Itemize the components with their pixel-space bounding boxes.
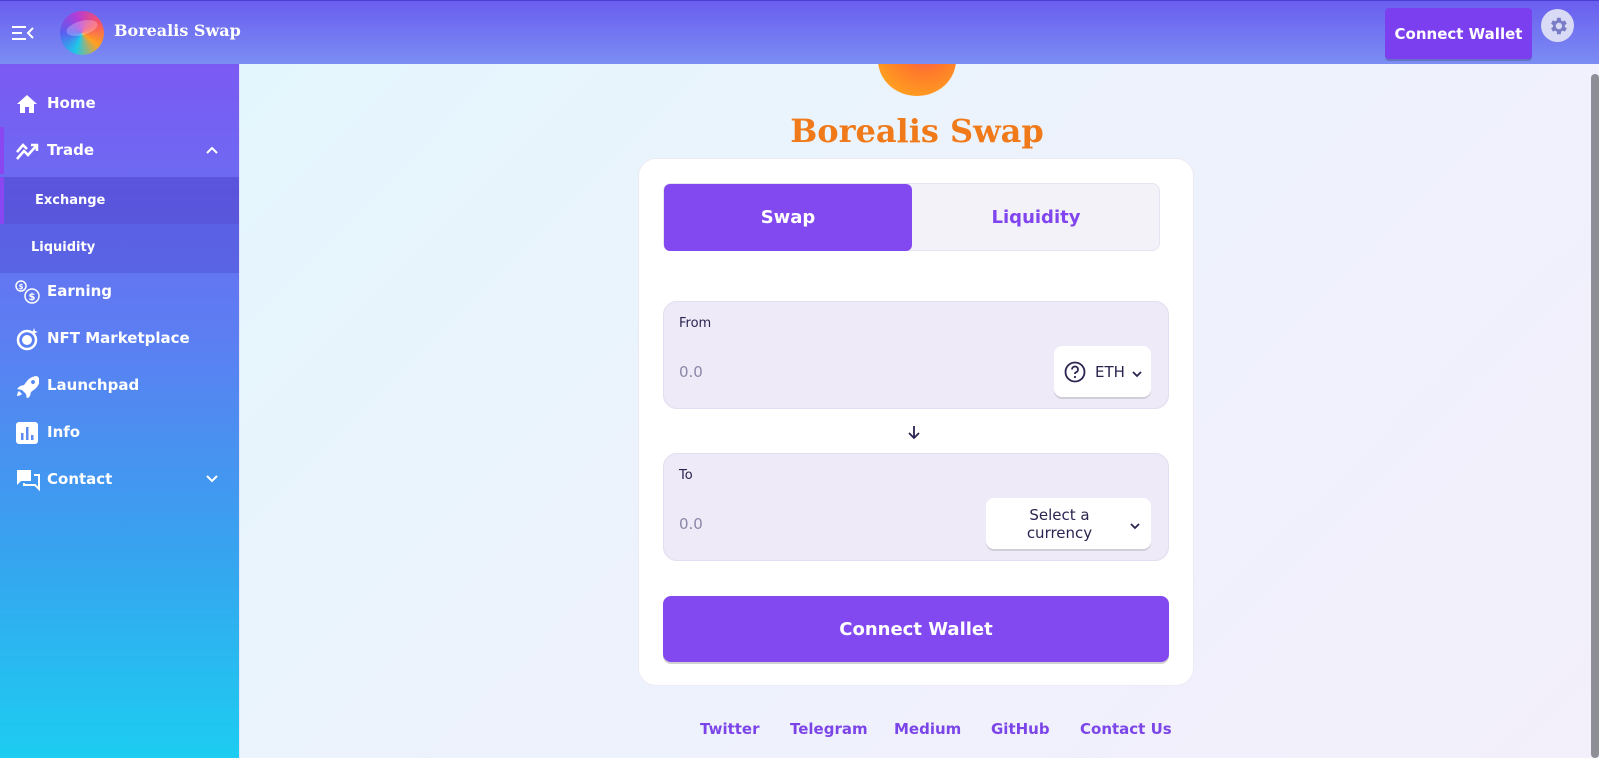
from-field: From ETH [663, 301, 1169, 409]
to-amount-input[interactable] [679, 512, 979, 536]
chat-icon [15, 468, 40, 492]
chevron-down-icon [1131, 366, 1143, 378]
sidebar-item-label: Launchpad [47, 376, 140, 394]
sidebar-item-earning[interactable]: $ $ Earning [0, 268, 239, 315]
sidebar: Home Trade Exchange Liquidity $ $ Earnin… [0, 64, 240, 758]
sidebar-item-label: Home [47, 94, 96, 112]
sidebar-item-label: Info [47, 423, 81, 441]
hero-logo [878, 64, 956, 96]
sidebar-item-trade[interactable]: Trade [0, 127, 239, 174]
sidebar-item-home[interactable]: Home [0, 80, 239, 127]
chevron-down-icon [205, 472, 219, 486]
footer-link-medium[interactable]: Medium [894, 720, 961, 738]
sidebar-item-launchpad[interactable]: Launchpad [0, 362, 239, 409]
to-field: To Select a currency [663, 453, 1169, 561]
brand-logo[interactable] [60, 11, 104, 55]
scrollbar[interactable] [1591, 74, 1599, 758]
to-label: To [679, 468, 693, 483]
trade-icon [15, 139, 39, 163]
swap-direction-arrow-icon[interactable] [906, 423, 922, 441]
swap-liquidity-tabs: Swap Liquidity [663, 183, 1160, 251]
rocket-icon [15, 374, 40, 399]
trade-submenu: Exchange Liquidity [0, 177, 239, 273]
question-circle-icon [1064, 361, 1086, 383]
brand-name[interactable]: Borealis Swap [114, 21, 241, 40]
sidebar-item-contact[interactable]: Contact [0, 456, 239, 503]
sidebar-item-label: Trade [47, 141, 95, 159]
nft-icon [15, 327, 39, 351]
page-title: Borealis Swap [790, 112, 1044, 150]
sidebar-item-label: NFT Marketplace [47, 329, 190, 347]
sidebar-subitem-liquidity[interactable]: Liquidity [0, 224, 239, 271]
chart-icon [15, 421, 39, 445]
chevron-up-icon [205, 143, 219, 157]
tab-swap[interactable]: Swap [664, 184, 912, 251]
from-token-select[interactable]: ETH [1054, 346, 1151, 397]
footer-links: Twitter Telegram Medium GitHub Contact U… [700, 720, 1190, 744]
earning-icon: $ $ [15, 280, 40, 304]
chevron-down-icon [1129, 518, 1141, 530]
connect-wallet-button[interactable]: Connect Wallet [663, 596, 1169, 662]
from-token-label: ETH [1095, 362, 1125, 381]
sidebar-item-label: Contact [47, 470, 113, 488]
settings-gear-icon[interactable] [1541, 9, 1574, 42]
sidebar-item-info[interactable]: Info [0, 409, 239, 456]
top-bar: Borealis Swap Connect Wallet [0, 0, 1599, 64]
footer-link-telegram[interactable]: Telegram [790, 720, 868, 738]
footer-link-contact-us[interactable]: Contact Us [1080, 720, 1172, 738]
sidebar-subitem-label: Exchange [35, 193, 106, 208]
from-label: From [679, 316, 712, 331]
from-amount-input[interactable] [679, 360, 979, 384]
footer-link-github[interactable]: GitHub [991, 720, 1050, 738]
sidebar-item-label: Earning [47, 282, 113, 300]
home-icon [15, 92, 39, 116]
to-token-select[interactable]: Select a currency [986, 498, 1151, 549]
swap-card: Swap Liquidity From ETH To [638, 158, 1194, 686]
to-token-label: Select a currency [1026, 505, 1093, 542]
header-connect-wallet-button[interactable]: Connect Wallet [1385, 8, 1532, 59]
footer-link-twitter[interactable]: Twitter [700, 720, 760, 738]
sidebar-item-nft-marketplace[interactable]: NFT Marketplace [0, 315, 239, 362]
sidebar-subitem-exchange[interactable]: Exchange [0, 177, 239, 224]
svg-text:$: $ [29, 292, 36, 303]
tab-liquidity[interactable]: Liquidity [912, 184, 1160, 251]
collapse-menu-icon[interactable] [12, 23, 34, 43]
active-indicator [0, 127, 4, 174]
svg-text:$: $ [19, 283, 24, 291]
main-content: Borealis Swap Swap Liquidity From ETH [240, 64, 1599, 758]
sidebar-subitem-label: Liquidity [31, 240, 96, 255]
